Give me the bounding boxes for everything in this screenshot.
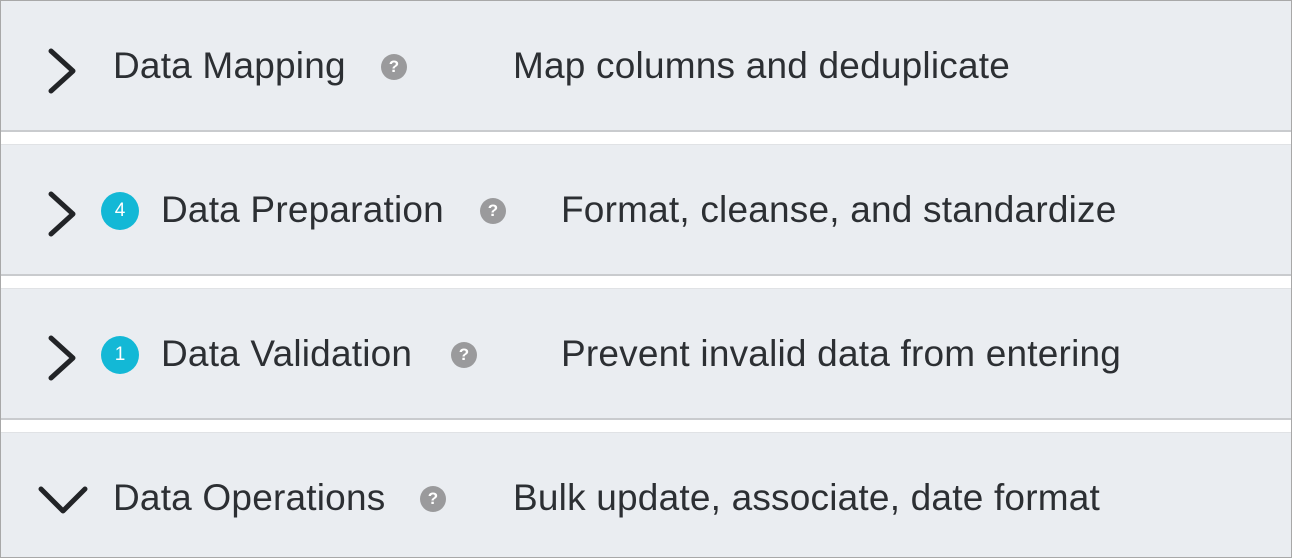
count-badge: 4 <box>101 192 139 230</box>
chevron-right-icon[interactable] <box>45 334 79 382</box>
chevron-down-icon[interactable] <box>37 483 89 517</box>
section-title: Data Preparation <box>161 189 444 230</box>
help-icon[interactable]: ? <box>451 342 477 368</box>
section-title: Data Operations <box>113 477 386 518</box>
accordion-panel: Data Mapping ? Map columns and deduplica… <box>0 0 1292 558</box>
accordion-row-data-operations[interactable]: Data Operations ? Bulk update, associate… <box>1 432 1291 557</box>
section-description: Format, cleanse, and standardize <box>561 189 1117 230</box>
chevron-right-icon[interactable] <box>45 47 79 95</box>
accordion-row-data-mapping[interactable]: Data Mapping ? Map columns and deduplica… <box>1 1 1291 132</box>
section-description: Prevent invalid data from entering <box>561 333 1122 374</box>
help-icon[interactable]: ? <box>381 54 407 80</box>
help-icon[interactable]: ? <box>420 486 446 512</box>
chevron-right-icon[interactable] <box>45 190 79 238</box>
section-title: Data Validation <box>161 333 413 374</box>
section-description: Bulk update, associate, date format <box>513 477 1101 518</box>
section-title: Data Mapping <box>113 45 346 86</box>
accordion-row-data-preparation[interactable]: 4 Data Preparation ? Format, cleanse, an… <box>1 144 1291 276</box>
help-icon[interactable]: ? <box>480 198 506 224</box>
count-badge: 1 <box>101 336 139 374</box>
accordion-row-data-validation[interactable]: 1 Data Validation ? Prevent invalid data… <box>1 288 1291 420</box>
section-description: Map columns and deduplicate <box>513 45 1010 86</box>
